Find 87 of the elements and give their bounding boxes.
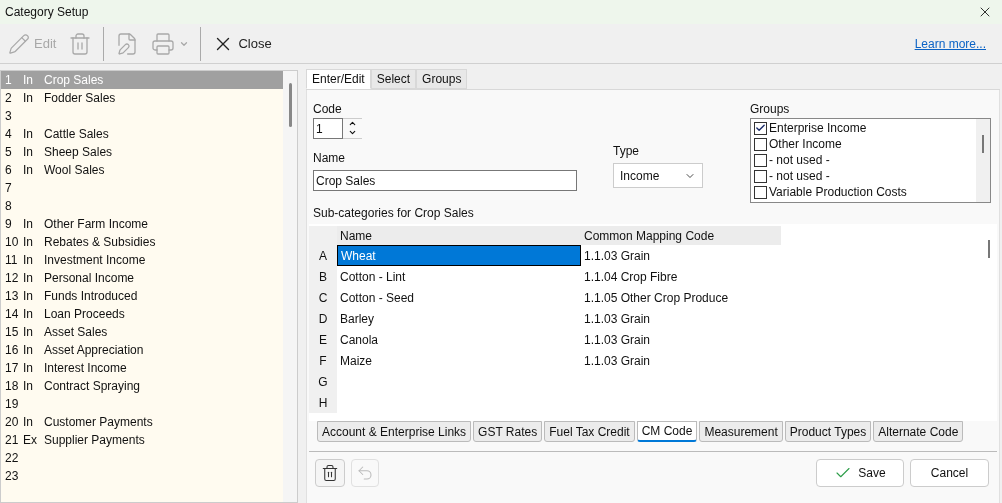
code-field[interactable]: 1 [313,118,343,139]
tab[interactable]: Product Types [784,421,872,442]
groups-label: Groups [750,101,791,116]
check-icon [755,122,766,134]
close-button[interactable]: Close [208,27,276,60]
name-field[interactable]: Crop Sales [313,170,577,191]
tab[interactable]: Measurement [699,421,783,442]
trash-icon [321,464,339,482]
category-row[interactable]: 16 In Asset Appreciation [1,341,283,359]
category-row[interactable]: 11 In Investment Income [1,251,283,269]
category-row[interactable]: 13 In Funds Introduced [1,287,283,305]
tab[interactable]: Groups [416,69,468,89]
table-cell-text: 1.1.03 Grain [583,331,652,349]
checkbox[interactable] [754,121,767,135]
category-row[interactable]: 20 In Customer Payments [1,413,283,431]
group-label: - not used - [769,152,830,169]
checkbox[interactable] [754,153,767,167]
undo-icon [356,464,374,482]
tab[interactable]: GST Rates [473,421,543,442]
column-header[interactable]: Common Mapping Code [581,226,781,245]
category-row[interactable]: 6 In Wool Sales [1,161,283,179]
column-header[interactable]: Name [337,226,581,245]
spinner[interactable] [343,118,362,139]
category-row[interactable]: 9 In Other Farm Income [1,215,283,233]
category-row[interactable]: 3 [1,107,283,125]
row-header: E [309,329,337,350]
table-cell-text: 1.1.05 Other Crop Produce [583,289,730,307]
category-row[interactable]: 7 [1,179,283,197]
tab[interactable]: CM Code [636,421,698,442]
cancel-button[interactable]: Cancel [910,459,989,487]
tab[interactable]: Alternate Code [873,421,964,442]
subcategories-label: Sub-categories for Crop Sales [312,205,475,220]
table-cell[interactable]: Cotton - Seed [337,287,581,308]
checkbox[interactable] [754,185,767,199]
window-title: Category Setup [5,4,89,21]
code-label: Code [313,101,343,116]
table-cell-text: 1.1.03 Grain [583,352,652,370]
row-header: G [309,371,337,392]
tab[interactable]: Account & Enterprise Links [317,421,472,442]
table-cell[interactable]: Cotton - Lint [337,266,581,287]
name-label: Name [313,150,346,165]
type-label: Type [613,143,640,158]
row-header: C [309,287,337,308]
table-cell-text: 1.1.04 Crop Fibre [583,268,679,286]
checkbox[interactable] [754,169,767,183]
category-row[interactable]: 12 In Personal Income [1,269,283,287]
header-corner [309,226,337,245]
category-row[interactable]: 8 [1,197,283,215]
category-row[interactable]: 17 In Interest Income [1,359,283,377]
group-label: Enterprise Income [769,120,867,137]
category-row[interactable]: 18 In Contract Spraying [1,377,283,395]
table-cell[interactable]: Wheat [337,245,581,266]
checkbox[interactable] [754,137,767,151]
category-row[interactable]: 19 [1,395,283,413]
category-row[interactable]: 10 In Rebates & Subsidies [1,233,283,251]
table-cell-text: 1.1.03 Grain [583,310,652,328]
row-header: B [309,266,337,287]
learn-more-link[interactable]: Learn more... [914,34,986,53]
scrollbar[interactable] [283,71,297,502]
delete-button[interactable] [315,459,345,487]
type-dropdown[interactable]: Income [613,163,703,188]
category-row[interactable]: 14 In Loan Proceeds [1,305,283,323]
category-row[interactable]: 21 Ex Supplier Payments [1,431,283,449]
save-button[interactable]: Save [816,459,904,487]
row-header: A [309,245,337,266]
category-row[interactable]: 4 In Cattle Sales [1,125,283,143]
group-label: Other Income [769,136,842,153]
table-cell[interactable]: Barley [337,308,581,329]
printer-icon [151,31,176,56]
tab[interactable]: Select [370,69,417,89]
group-label: - not used - [769,168,830,185]
row-header: F [309,350,337,371]
category-row[interactable]: 23 [1,467,283,485]
table-cell[interactable]: Canola [337,329,581,350]
table-cell-text: 1.1.03 Grain [583,247,652,265]
row-header: D [309,308,337,329]
row-header: H [309,392,337,413]
pencil-icon [8,32,30,55]
scrollbar[interactable] [976,119,990,202]
group-label: Variable Production Costs [769,184,907,201]
tab[interactable]: Fuel Tax Credit [544,421,635,442]
category-row[interactable]: 22 [1,449,283,467]
category-row[interactable]: 5 In Sheep Sales [1,143,283,161]
category-row[interactable]: 2 In Fodder Sales [1,89,283,107]
category-row[interactable]: 15 In Asset Sales [1,323,283,341]
table-cell[interactable]: Maize [337,350,581,371]
tab[interactable]: Enter/Edit [306,69,371,89]
